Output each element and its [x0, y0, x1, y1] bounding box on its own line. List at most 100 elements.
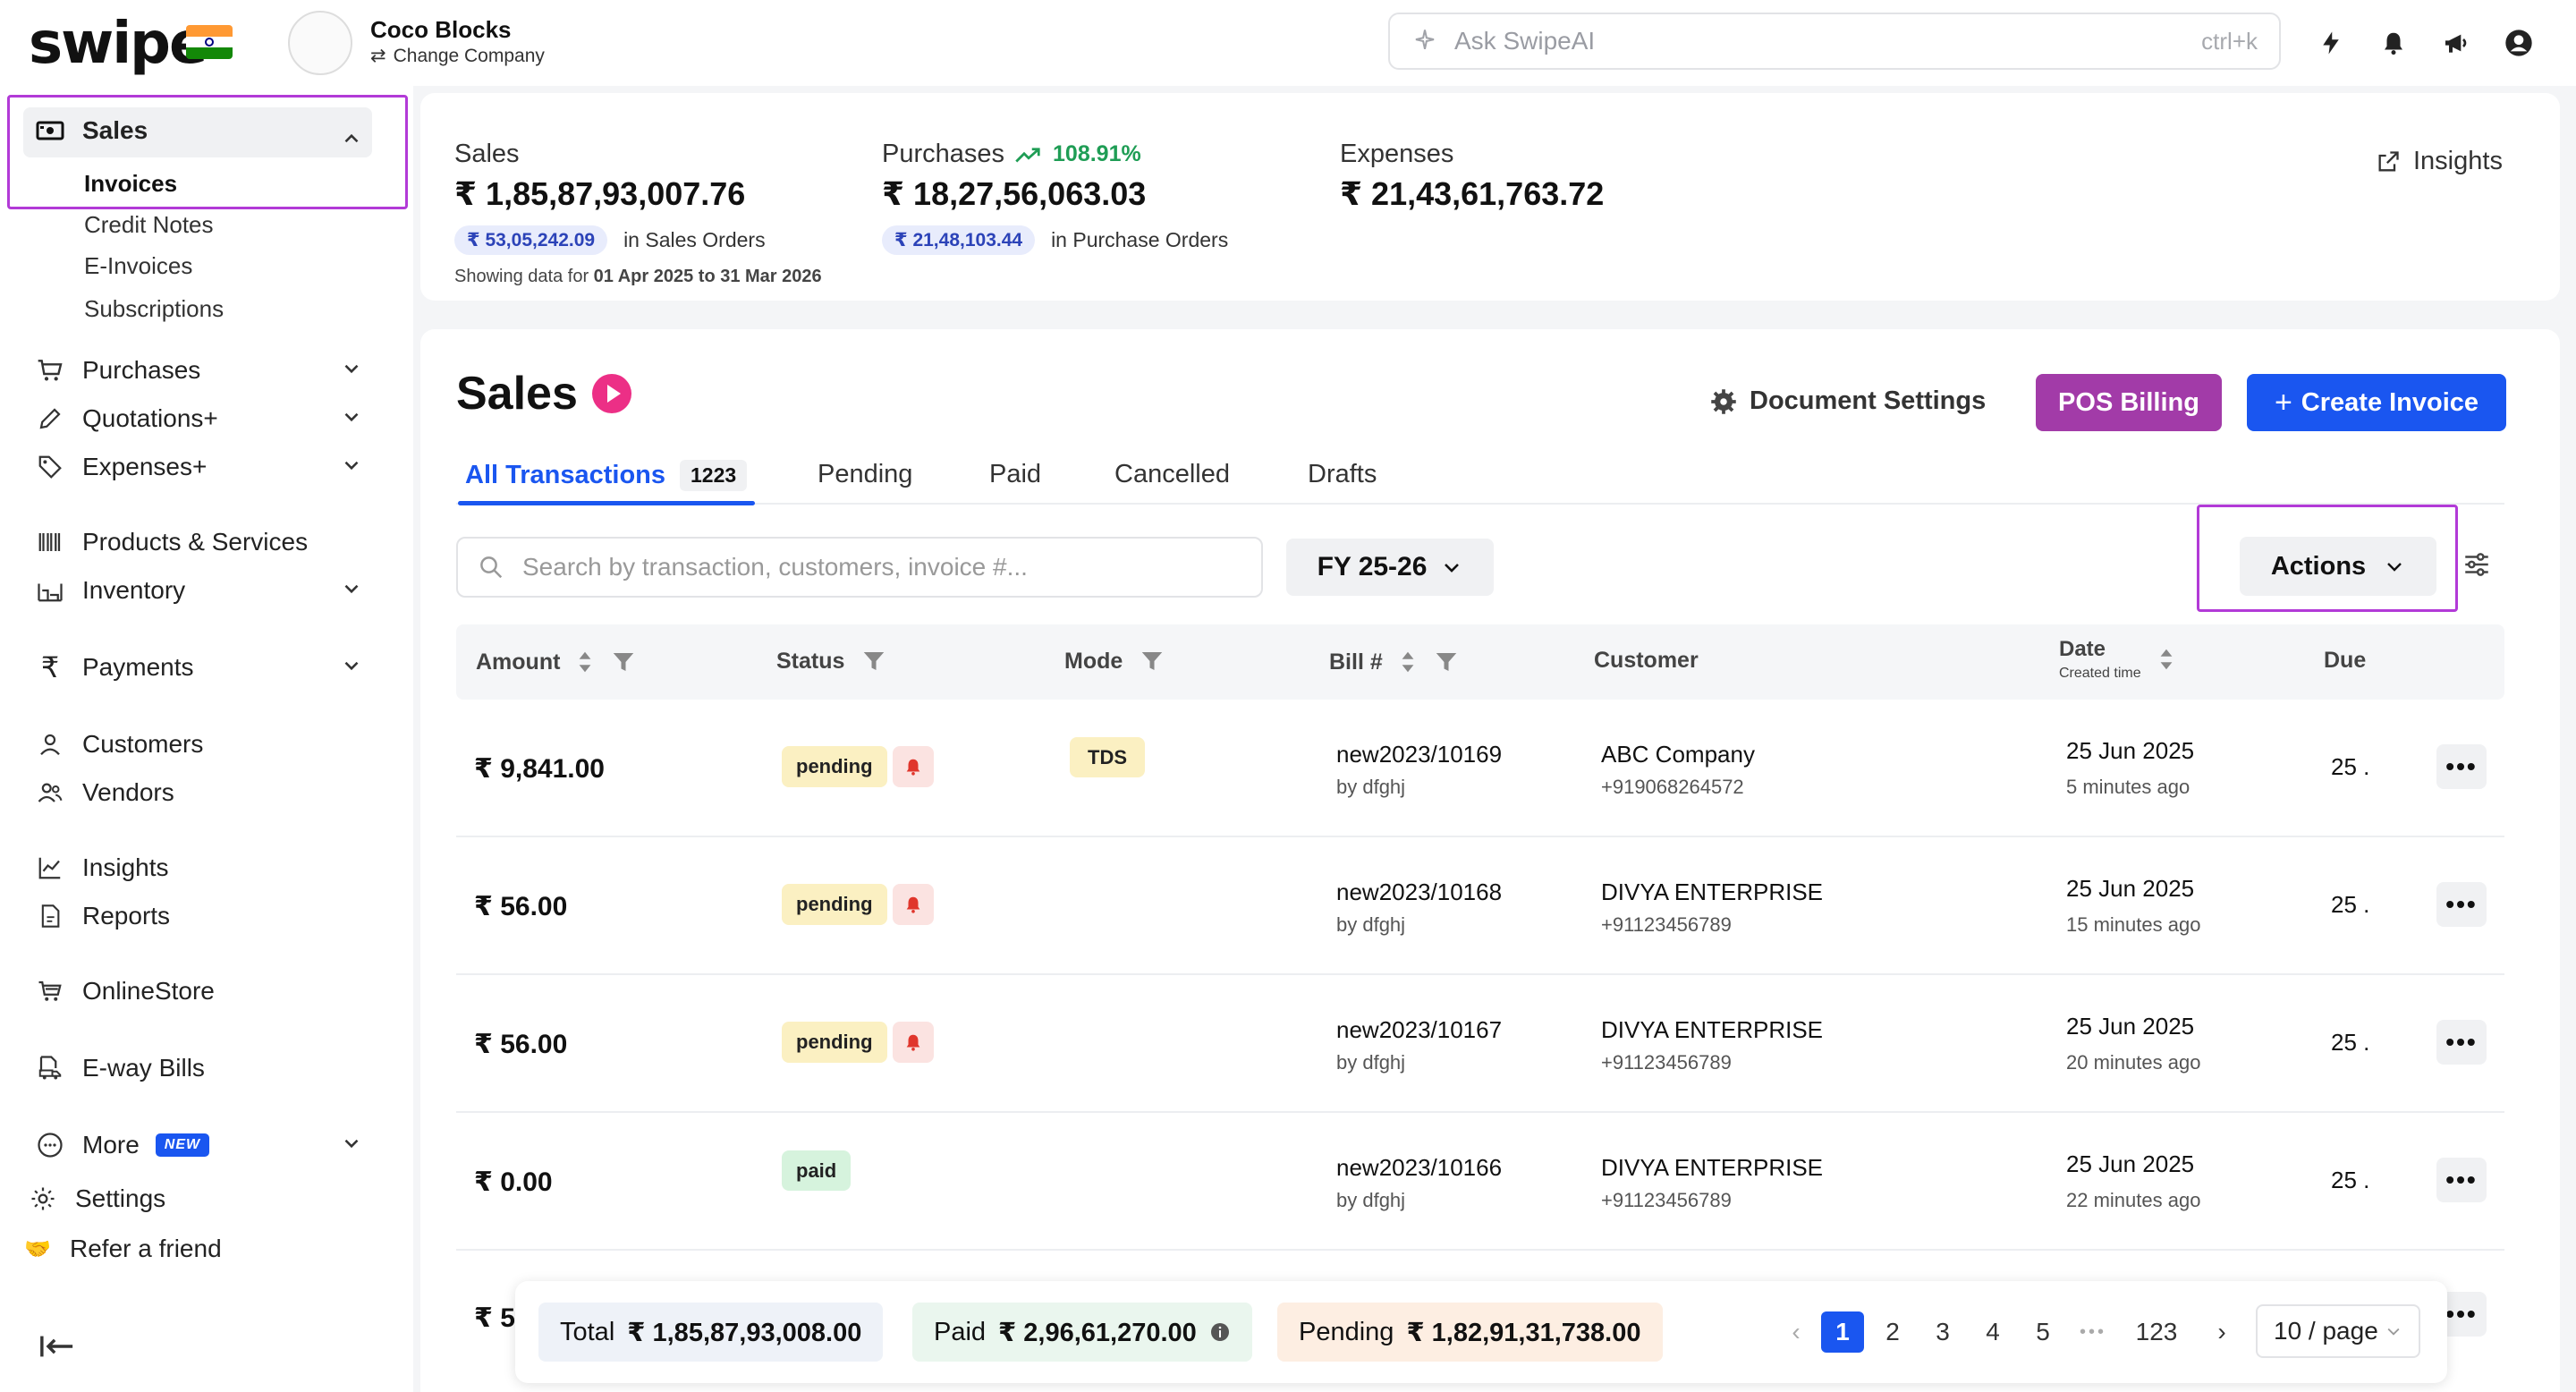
row-bill[interactable]: new2023/10167 by dfghj: [1336, 1016, 1502, 1074]
column-mode[interactable]: Mode: [1064, 648, 1165, 675]
chevron-down-icon[interactable]: [340, 654, 363, 677]
company-avatar[interactable]: [288, 11, 352, 75]
row-more-icon[interactable]: •••: [2436, 1158, 2487, 1202]
column-customer[interactable]: Customer: [1594, 648, 1699, 674]
row-due: 25 .: [2331, 891, 2370, 918]
paid-label: Paid: [934, 1317, 987, 1346]
change-company-link[interactable]: ⇄ Change Company: [370, 45, 545, 67]
filter-icon[interactable]: [1139, 648, 1165, 675]
sidebar-item-inventory[interactable]: Inventory: [34, 574, 185, 607]
bell-icon[interactable]: [2376, 25, 2411, 61]
column-amount[interactable]: Amount: [476, 648, 637, 676]
table-row[interactable]: ₹ 0.00 paid new2023/10166 by dfghj DIVYA…: [456, 1113, 2504, 1251]
tab-drafts[interactable]: Drafts: [1308, 460, 1377, 489]
sidebar-item-onlinestore[interactable]: OnlineStore: [34, 975, 215, 1007]
row-status: pending: [782, 1022, 934, 1063]
collapse-sidebar-icon[interactable]: [39, 1333, 75, 1360]
row-created-ago: 15 minutes ago: [2066, 913, 2201, 936]
row-bill[interactable]: new2023/10169 by dfghj: [1336, 741, 1502, 799]
row-more-icon[interactable]: •••: [2436, 1020, 2487, 1065]
page-2[interactable]: 2: [1871, 1311, 1914, 1353]
page-4[interactable]: 4: [1971, 1311, 2014, 1353]
chevron-down-icon[interactable]: [340, 1132, 363, 1155]
sidebar-item-purchases[interactable]: Purchases: [34, 354, 200, 386]
sidebar-sub-credit-notes[interactable]: Credit Notes: [84, 211, 214, 239]
page-3[interactable]: 3: [1921, 1311, 1964, 1353]
paid-pill: Paid ₹ 2,96,61,270.00: [912, 1303, 1252, 1362]
next-page-icon[interactable]: ›: [2200, 1311, 2243, 1353]
page-size-select[interactable]: 10 / page: [2256, 1304, 2420, 1358]
row-more-icon[interactable]: •••: [2436, 744, 2487, 789]
sidebar-item-more[interactable]: More NEW: [34, 1129, 210, 1161]
filter-icon[interactable]: [610, 649, 637, 675]
row-customer[interactable]: DIVYA ENTERPRISE +91123456789: [1601, 1154, 1823, 1212]
sidebar-item-reports[interactable]: Reports: [34, 900, 170, 932]
reminder-bell-icon[interactable]: [892, 1022, 934, 1063]
sort-icon[interactable]: [2157, 645, 2175, 674]
sidebar-item-vendors[interactable]: Vendors: [34, 777, 174, 809]
column-status[interactable]: Status: [776, 648, 887, 675]
transaction-search-input[interactable]: Search by transaction, customers, invoic…: [456, 537, 1263, 598]
sidebar-item-quotations[interactable]: Quotations+: [34, 403, 218, 435]
chevron-down-icon[interactable]: [340, 577, 363, 600]
column-bill[interactable]: Bill #: [1329, 648, 1460, 676]
sort-icon[interactable]: [1399, 648, 1417, 676]
column-settings-icon[interactable]: [2462, 549, 2492, 580]
sidebar-item-payments[interactable]: ₹ Payments: [34, 651, 194, 683]
sidebar-item-products[interactable]: Products & Services: [34, 526, 308, 558]
total-value: ₹ 1,85,87,93,008.00: [627, 1318, 862, 1347]
sidebar-item-customers[interactable]: Customers: [34, 728, 203, 760]
filter-icon[interactable]: [1433, 649, 1460, 675]
sidebar-item-refer[interactable]: 🤝 Refer a friend: [21, 1233, 222, 1265]
chevron-down-icon[interactable]: [340, 357, 363, 380]
more-pages-icon[interactable]: •••: [2072, 1311, 2114, 1353]
info-icon[interactable]: [1209, 1321, 1231, 1343]
sort-icon[interactable]: [576, 648, 594, 676]
sidebar-sub-e-invoices[interactable]: E-Invoices: [84, 252, 192, 280]
sidebar-item-eway-bills[interactable]: E-way Bills: [34, 1052, 205, 1084]
row-customer[interactable]: DIVYA ENTERPRISE +91123456789: [1601, 1016, 1823, 1074]
insights-link[interactable]: Insights: [2376, 147, 2503, 176]
page-1[interactable]: 1: [1821, 1311, 1864, 1353]
table-row[interactable]: ₹ 56.00 pending new2023/10167 by dfghj D…: [456, 975, 2504, 1113]
tab-all-transactions[interactable]: All Transactions 1223: [465, 460, 748, 491]
search-placeholder: Search by transaction, customers, invoic…: [522, 553, 1028, 581]
tab-pending[interactable]: Pending: [818, 460, 912, 489]
row-bill[interactable]: new2023/10166 by dfghj: [1336, 1154, 1502, 1212]
user-profile-icon[interactable]: [2501, 25, 2537, 61]
sidebar-item-expenses[interactable]: Expenses+: [34, 451, 207, 483]
sales-summary-value: ₹ 1,85,87,93,007.76: [454, 175, 746, 212]
row-more-icon[interactable]: •••: [2436, 882, 2487, 927]
row-bill[interactable]: new2023/10168 by dfghj: [1336, 878, 1502, 937]
chevron-down-icon[interactable]: [340, 405, 363, 429]
tab-count-badge: 1223: [680, 460, 748, 491]
page-5[interactable]: 5: [2021, 1311, 2064, 1353]
pos-billing-button[interactable]: POS Billing: [2036, 374, 2222, 431]
lightning-icon[interactable]: [2313, 25, 2349, 61]
document-settings-button[interactable]: Document Settings: [1710, 386, 1986, 416]
swipe-logo[interactable]: swipe: [29, 11, 208, 77]
sidebar-item-insights[interactable]: Insights: [34, 852, 169, 884]
filter-icon[interactable]: [860, 648, 887, 675]
table-row[interactable]: ₹ 9,841.00 pending TDS new2023/10169 by …: [456, 700, 2504, 837]
chevron-down-icon[interactable]: [340, 454, 363, 477]
column-due[interactable]: Due: [2324, 648, 2366, 674]
row-customer[interactable]: ABC Company +919068264572: [1601, 741, 1755, 799]
ask-swipeai-input[interactable]: Ask SwipeAI ctrl+k: [1388, 13, 2281, 70]
reminder-bell-icon[interactable]: [892, 746, 934, 787]
sidebar-item-settings[interactable]: Settings: [27, 1183, 165, 1215]
megaphone-icon[interactable]: [2438, 25, 2474, 61]
fy-select[interactable]: FY 25-26: [1286, 539, 1494, 596]
row-customer[interactable]: DIVYA ENTERPRISE +91123456789: [1601, 878, 1823, 937]
create-invoice-button[interactable]: + Create Invoice: [2247, 374, 2506, 431]
column-date[interactable]: Date Created time: [2059, 637, 2175, 682]
reminder-bell-icon[interactable]: [892, 884, 934, 925]
sidebar-label: Settings: [75, 1184, 166, 1212]
prev-page-icon[interactable]: ‹: [1775, 1311, 1818, 1353]
play-video-icon[interactable]: [590, 372, 633, 415]
page-last[interactable]: 123: [2125, 1311, 2188, 1353]
table-row[interactable]: ₹ 56.00 pending new2023/10168 by dfghj D…: [456, 837, 2504, 975]
sidebar-sub-subscriptions[interactable]: Subscriptions: [84, 295, 224, 323]
tab-cancelled[interactable]: Cancelled: [1114, 460, 1230, 489]
tab-paid[interactable]: Paid: [989, 460, 1041, 489]
